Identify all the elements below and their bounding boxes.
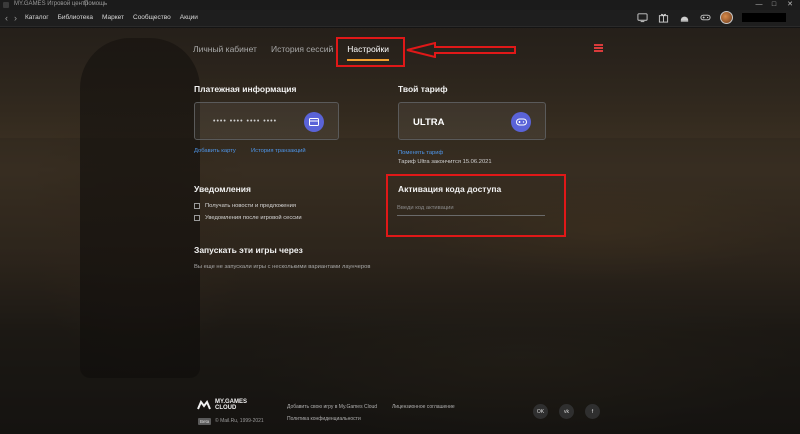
tab-personal-account[interactable]: Личный кабинет (193, 44, 257, 54)
back-arrow-icon[interactable]: ‹ (5, 13, 8, 23)
payment-section-title: Платежная информация (194, 84, 297, 94)
facebook-social-icon[interactable]: f (585, 404, 600, 419)
nav-promotions[interactable]: Акции (180, 14, 198, 21)
launchers-section-title: Запускать эти игры через (194, 245, 303, 255)
payment-card: •••• •••• •••• •••• (194, 102, 339, 140)
change-tariff-link[interactable]: Поменять тариф (398, 150, 443, 156)
close-button[interactable]: ✕ (783, 0, 797, 10)
card-button[interactable] (304, 112, 324, 132)
footer-logo[interactable]: MY.GAMES CLOUD (197, 399, 247, 411)
add-card-link[interactable]: Добавить карту (194, 148, 236, 154)
help-menu[interactable]: Помощь (84, 1, 107, 7)
nav-library[interactable]: Библиотека (58, 14, 93, 21)
footer-link-add-game[interactable]: Добавить свою игру в My.Games Cloud (287, 404, 377, 410)
username-redacted[interactable] (742, 13, 786, 22)
tariff-section-title: Твой тариф (398, 84, 448, 94)
gamepad-icon (515, 118, 527, 126)
tariff-button[interactable] (511, 112, 531, 132)
robot-icon[interactable] (678, 12, 690, 24)
user-avatar[interactable] (720, 11, 733, 24)
top-navigation: ‹ › Каталог Библиотека Маркет Сообщество… (0, 10, 800, 27)
app-title: MY.GAMES Игровой центр (14, 1, 88, 7)
tab-session-history[interactable]: История сессий (271, 44, 333, 54)
annotation-settings-box (336, 37, 405, 67)
logo-text-line2: CLOUD (215, 405, 237, 411)
annotation-arrow-icon (406, 42, 516, 58)
nav-community[interactable]: Сообщество (133, 14, 171, 21)
minimize-button[interactable]: — (752, 0, 766, 10)
copyright-text: © Mail.Ru, 1999-2021 (215, 418, 264, 424)
controller-icon[interactable] (699, 12, 711, 24)
nav-catalog[interactable]: Каталог (25, 14, 49, 21)
forward-arrow-icon[interactable]: › (14, 13, 17, 23)
nav-market[interactable]: Маркет (102, 14, 124, 21)
window-titlebar: MY.GAMES Игровой центр Помощь — □ ✕ (0, 0, 800, 10)
card-number-masked: •••• •••• •••• •••• (213, 118, 278, 125)
launchers-empty-text: Вы еще не запускали игры с несколькими в… (194, 264, 371, 270)
beta-badge: Beta (198, 418, 212, 425)
gift-icon[interactable] (657, 12, 669, 24)
annotation-activation-box (386, 174, 566, 237)
ok-social-label: OK (536, 408, 545, 415)
app-icon (3, 2, 9, 8)
session-checkbox[interactable] (194, 215, 200, 221)
vk-social-icon[interactable]: vk (559, 404, 574, 419)
news-checkbox-label: Получать новости и предложения (205, 203, 296, 209)
ok-social-icon[interactable]: OK (533, 404, 548, 419)
news-checkbox-row[interactable]: Получать новости и предложения (194, 203, 296, 209)
screen-icon[interactable] (636, 12, 648, 24)
news-checkbox[interactable] (194, 203, 200, 209)
menu-flag-icon[interactable] (594, 44, 603, 52)
transaction-history-link[interactable]: История транзакций (251, 148, 306, 154)
maximize-button[interactable]: □ (767, 0, 781, 10)
tariff-expiry-text: Тариф Ultra закончится 15.06.2021 (398, 159, 492, 165)
footer-link-privacy[interactable]: Политика конфиденциальности (287, 416, 361, 422)
session-checkbox-label: Уведомления после игровой сессии (205, 215, 302, 221)
footer-link-license[interactable]: Лицензионное соглашение (392, 404, 455, 410)
notifications-section-title: Уведомления (194, 184, 251, 194)
facebook-social-label: f (591, 408, 594, 415)
credit-card-icon (309, 118, 319, 126)
vk-social-label: vk (564, 408, 569, 415)
tariff-card: ULTRA (398, 102, 546, 140)
session-checkbox-row[interactable]: Уведомления после игровой сессии (194, 215, 302, 221)
mygames-logo-icon (197, 400, 211, 410)
tariff-plan-name: ULTRA (413, 117, 445, 128)
